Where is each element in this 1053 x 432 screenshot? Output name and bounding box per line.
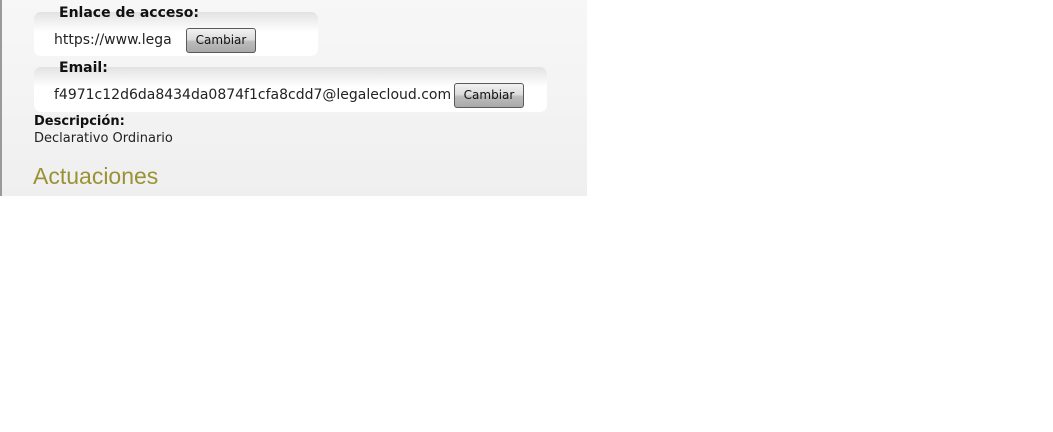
email-label: Email: [59,60,108,76]
change-email-button[interactable]: Cambiar [454,83,524,108]
access-link-value[interactable]: https://www.lega [54,32,172,48]
email-value[interactable]: f4971c12d6da8434da0874f1cfa8cdd7@legalec… [54,87,451,103]
access-link-label: Enlace de acceso: [59,5,199,21]
description-label: Descripción: [34,114,125,129]
actuaciones-heading: Actuaciones [33,163,159,189]
description-value: Declarativo Ordinario [34,131,173,146]
case-details-panel: Enlace de acceso: https://www.lega Cambi… [0,0,587,196]
change-access-link-button[interactable]: Cambiar [186,28,256,53]
